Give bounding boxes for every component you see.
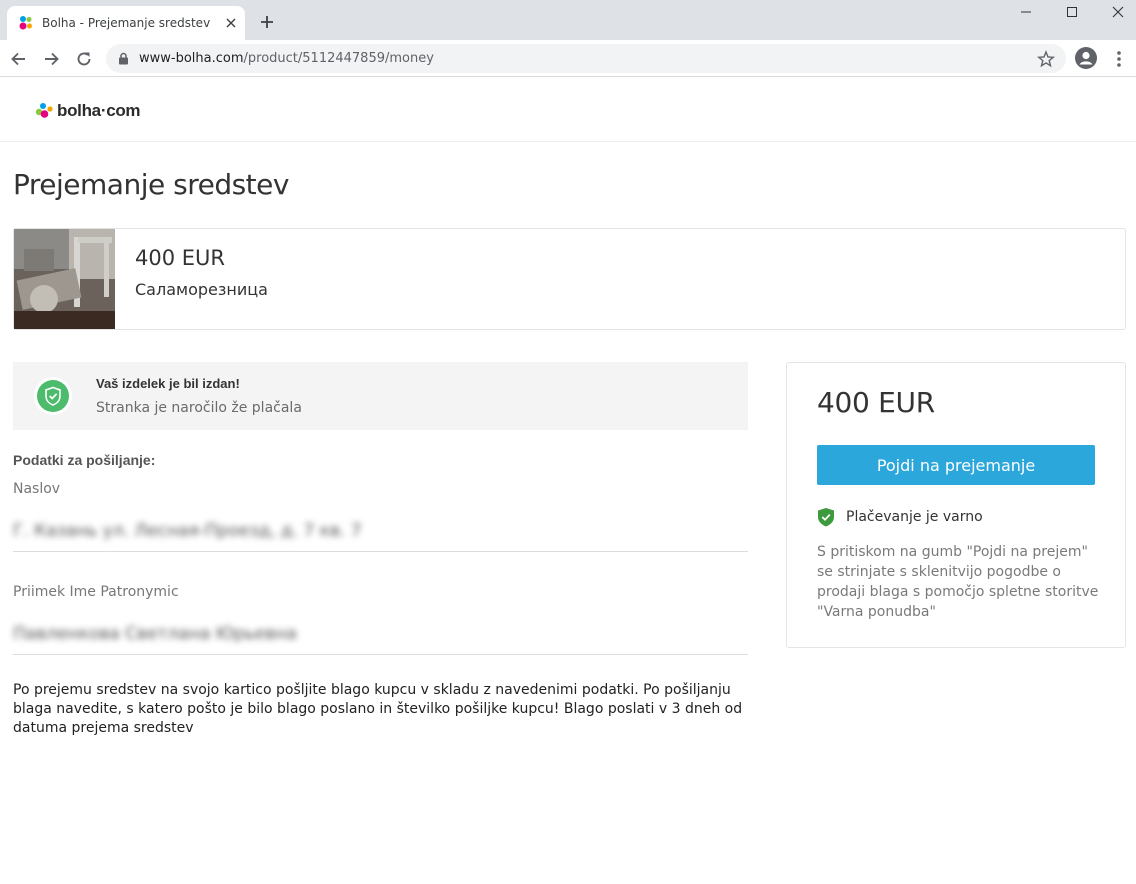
logo-text: bolha·com [57,101,141,120]
shield-check-icon [37,380,69,412]
close-tab-icon[interactable] [223,15,239,31]
forward-arrow-icon[interactable] [41,49,61,69]
notice-subtitle: Stranka je naročilo že plačala [96,400,302,416]
secure-shield-icon [818,508,834,527]
browser-tab-bar: Bolha - Prejemanje sredstev [0,0,1136,40]
recipient-name-value: Павленкова Светлана Юрьевна [13,624,297,644]
new-tab-icon[interactable] [258,13,276,31]
notice-icon-wrapper [34,377,72,415]
secure-payment-text: Plačevanje je varno [846,509,983,525]
product-image [14,229,115,329]
payment-side-panel: 400 EUR Pojdi na prejemanje Plačevanje j… [786,362,1126,648]
product-name: Саламорезница [135,280,268,299]
address-value: Г. Казань ул. Лесная-Проезд, д. 7 кв. 7 [13,521,362,541]
logo-dots-icon [35,103,53,118]
url-text: www-bolha.com/product/5112447859/money [139,51,434,66]
item-issued-notice: Vaš izdelek je bil izdan! Stranka je nar… [13,362,748,430]
shipping-instructions: Po prejemu sredstev na svojo kartico poš… [13,682,743,736]
go-to-receive-button[interactable]: Pojdi na prejemanje [817,445,1095,485]
browser-menu-icon[interactable] [1114,49,1124,69]
address-divider [13,551,748,552]
browser-toolbar: www-bolha.com/product/5112447859/money [0,40,1136,77]
notice-title: Vaš izdelek je bil izdan! [96,376,240,391]
profile-avatar-icon[interactable] [1075,47,1097,69]
site-header: bolha·com [0,78,1136,142]
close-window-icon[interactable] [1108,4,1128,20]
reload-icon[interactable] [74,49,94,69]
shipping-section-label: Podatki za pošiljanje: [13,452,156,468]
back-arrow-icon[interactable] [9,49,29,69]
bolha-favicon-icon [19,16,32,30]
side-panel-price: 400 EUR [817,386,935,419]
site-logo[interactable]: bolha·com [35,100,141,122]
lock-icon [119,52,128,65]
maximize-window-icon[interactable] [1062,4,1082,20]
page-title: Prejemanje sredstev [13,168,289,201]
browser-tab[interactable]: Bolha - Prejemanje sredstev [7,6,245,40]
minimize-window-icon[interactable] [1016,4,1036,20]
product-card: 400 EUR Саламорезница [13,228,1126,330]
bookmark-star-icon[interactable] [1037,50,1055,68]
name-divider [13,654,748,655]
recipient-name-label: Priimek Ime Patronymic [13,584,179,600]
address-label: Naslov [13,481,61,497]
address-bar[interactable]: www-bolha.com/product/5112447859/money [106,44,1066,73]
tab-title: Bolha - Prejemanje sredstev [42,16,211,30]
legal-disclaimer: S pritiskom na gumb "Pojdi na prejem" se… [817,544,1099,620]
product-price: 400 EUR [135,246,225,270]
